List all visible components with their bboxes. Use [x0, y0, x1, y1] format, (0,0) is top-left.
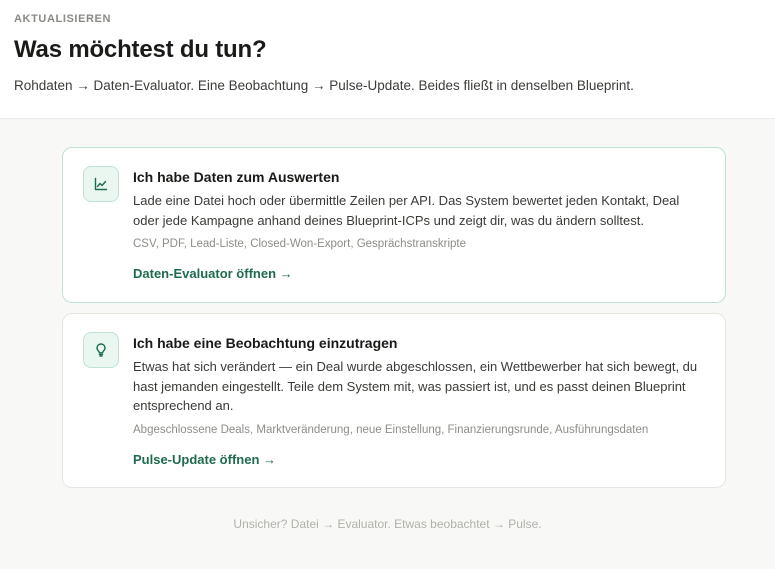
option-title: Ich habe Daten zum Auswerten — [133, 169, 340, 185]
page-subtitle: Rohdaten → Daten-Evaluator. Eine Beobach… — [14, 78, 634, 93]
option-card-data-evaluator[interactable]: Ich habe Daten zum Auswerten Lade eine D… — [62, 147, 726, 303]
options-area: Ich habe Daten zum Auswerten Lade eine D… — [0, 119, 775, 569]
option-tags: CSV, PDF, Lead-Liste, Closed-Won-Export,… — [133, 238, 467, 250]
option-description: Etwas hat sich verändert — ein Deal wurd… — [133, 359, 698, 413]
option-card-pulse-update[interactable]: Ich habe eine Beobachtung einzutragen Et… — [62, 313, 726, 488]
section-eyebrow: AKTUALISIEREN — [14, 13, 112, 25]
line-chart-icon — [83, 166, 119, 202]
hint-text: Unsicher? Datei → Evaluator. Etwas beoba… — [233, 517, 542, 531]
open-data-evaluator-link[interactable]: Daten-Evaluator öffnen → — [133, 266, 293, 281]
page-title: Was möchtest du tun? — [14, 36, 267, 63]
lightbulb-icon — [83, 332, 119, 368]
open-pulse-update-link[interactable]: Pulse-Update öffnen → — [133, 452, 276, 467]
option-tags: Abgeschlossene Deals, Marktveränderung, … — [133, 423, 649, 436]
option-title: Ich habe eine Beobachtung einzutragen — [133, 335, 398, 351]
option-description: Lade eine Datei hoch oder übermittle Zei… — [133, 193, 680, 228]
page-header: AKTUALISIEREN Was möchtest du tun? Rohda… — [0, 0, 775, 119]
